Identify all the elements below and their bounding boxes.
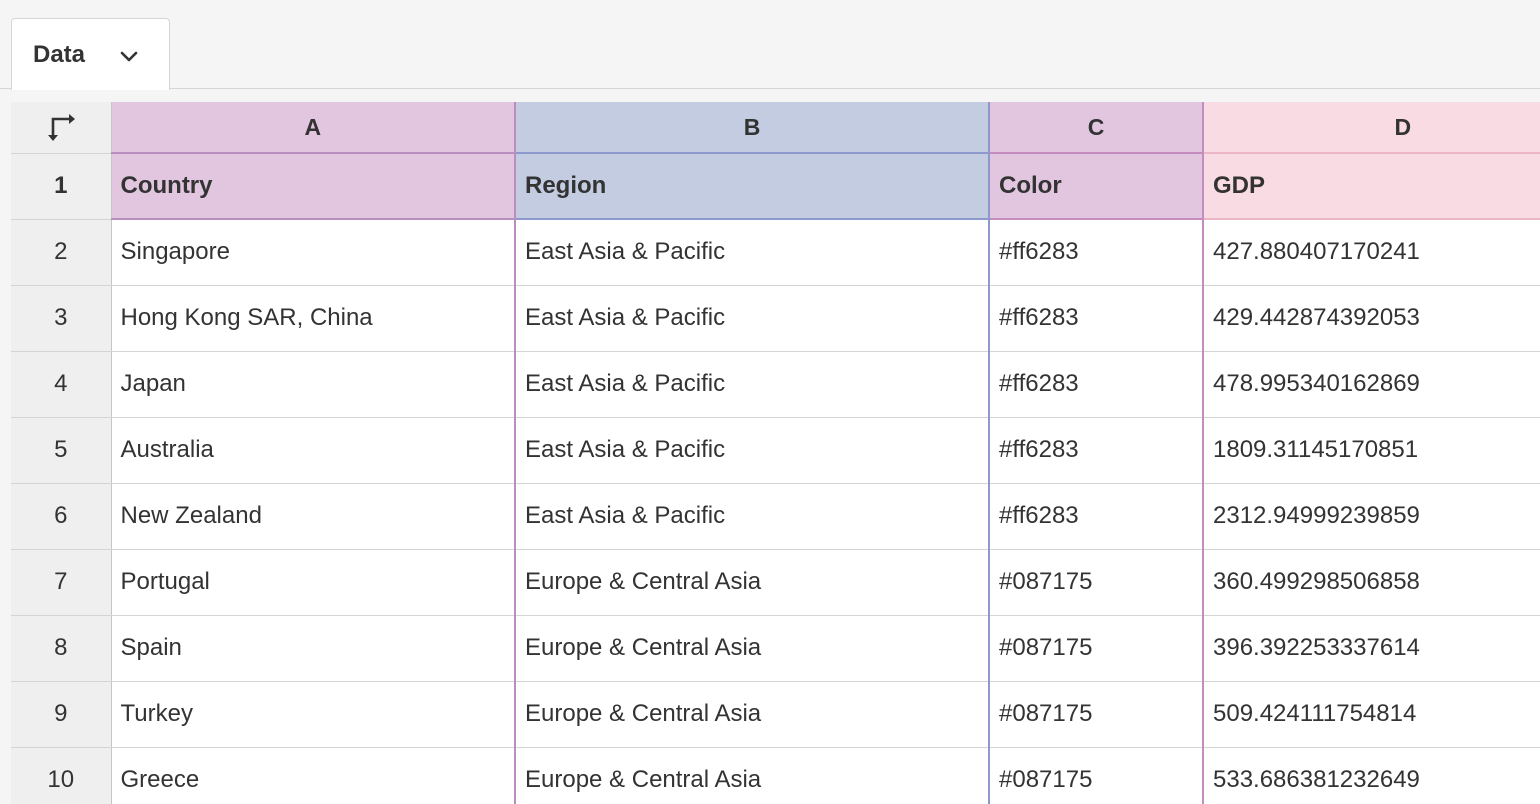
data-table: A B C D 1 Country Region Color GDP 2 Sin… xyxy=(11,102,1540,804)
cell[interactable]: Europe & Central Asia xyxy=(515,615,990,682)
cell[interactable]: 360.499298506858 xyxy=(1203,549,1540,616)
cell[interactable]: Singapore xyxy=(111,219,516,286)
cell[interactable]: Greece xyxy=(111,747,516,804)
cell[interactable]: #087175 xyxy=(989,681,1204,748)
cell[interactable]: Europe & Central Asia xyxy=(515,681,990,748)
cell[interactable]: East Asia & Pacific xyxy=(515,219,990,286)
cell[interactable]: #ff6283 xyxy=(989,219,1204,286)
cell[interactable]: 478.995340162869 xyxy=(1203,351,1540,418)
transpose-button[interactable] xyxy=(11,102,112,154)
row-number[interactable]: 6 xyxy=(11,483,112,550)
column-header-a[interactable]: A xyxy=(111,102,516,154)
cell[interactable]: Region xyxy=(515,153,990,220)
row-number[interactable]: 8 xyxy=(11,615,112,682)
tab-bar: Data xyxy=(0,0,1540,90)
table-row: 6 New Zealand East Asia & Pacific #ff628… xyxy=(11,483,1540,550)
cell[interactable]: Japan xyxy=(111,351,516,418)
cell[interactable]: Portugal xyxy=(111,549,516,616)
row-number[interactable]: 3 xyxy=(11,285,112,352)
row-number[interactable]: 5 xyxy=(11,417,112,484)
column-header-row: A B C D xyxy=(11,102,1540,154)
chevron-down-icon[interactable] xyxy=(117,44,141,68)
table-row: 2 Singapore East Asia & Pacific #ff6283 … xyxy=(11,219,1540,286)
cell[interactable]: New Zealand xyxy=(111,483,516,550)
cell[interactable]: GDP xyxy=(1203,153,1540,220)
cell[interactable]: 429.442874392053 xyxy=(1203,285,1540,352)
column-header-b[interactable]: B xyxy=(515,102,990,154)
cell[interactable]: Spain xyxy=(111,615,516,682)
cell[interactable]: #087175 xyxy=(989,549,1204,616)
row-number[interactable]: 7 xyxy=(11,549,112,616)
transpose-icon xyxy=(47,114,75,142)
cell[interactable]: #ff6283 xyxy=(989,351,1204,418)
column-header-d[interactable]: D xyxy=(1203,102,1540,154)
cell[interactable]: Turkey xyxy=(111,681,516,748)
cell[interactable]: 396.392253337614 xyxy=(1203,615,1540,682)
cell[interactable]: 1809.31145170851 xyxy=(1203,417,1540,484)
cell[interactable]: 427.880407170241 xyxy=(1203,219,1540,286)
table-row: 1 Country Region Color GDP xyxy=(11,153,1540,220)
row-number[interactable]: 2 xyxy=(11,219,112,286)
cell[interactable]: East Asia & Pacific xyxy=(515,483,990,550)
table-row: 5 Australia East Asia & Pacific #ff6283 … xyxy=(11,417,1540,484)
cell[interactable]: #ff6283 xyxy=(989,417,1204,484)
cell[interactable]: East Asia & Pacific xyxy=(515,417,990,484)
table-row: 7 Portugal Europe & Central Asia #087175… xyxy=(11,549,1540,616)
cell[interactable]: Country xyxy=(111,153,516,220)
cell[interactable]: #087175 xyxy=(989,747,1204,804)
cell[interactable]: 2312.94999239859 xyxy=(1203,483,1540,550)
cell[interactable]: #ff6283 xyxy=(989,285,1204,352)
cell[interactable]: #087175 xyxy=(989,615,1204,682)
cell[interactable]: Color xyxy=(989,153,1204,220)
row-number[interactable]: 10 xyxy=(11,747,112,804)
cell[interactable]: 509.424111754814 xyxy=(1203,681,1540,748)
cell[interactable]: #ff6283 xyxy=(989,483,1204,550)
row-number[interactable]: 1 xyxy=(11,153,112,220)
table-row: 10 Greece Europe & Central Asia #087175 … xyxy=(11,747,1540,804)
table-row: 3 Hong Kong SAR, China East Asia & Pacif… xyxy=(11,285,1540,352)
row-number[interactable]: 4 xyxy=(11,351,112,418)
tab-data-label: Data xyxy=(33,40,86,68)
cell[interactable]: 533.686381232649 xyxy=(1203,747,1540,804)
cell[interactable]: Europe & Central Asia xyxy=(515,549,990,616)
table-row: 9 Turkey Europe & Central Asia #087175 5… xyxy=(11,681,1540,748)
tab-data[interactable]: Data xyxy=(11,18,170,90)
cell[interactable]: East Asia & Pacific xyxy=(515,351,990,418)
cell[interactable]: Hong Kong SAR, China xyxy=(111,285,516,352)
column-header-c[interactable]: C xyxy=(989,102,1204,154)
cell[interactable]: East Asia & Pacific xyxy=(515,285,990,352)
cell[interactable]: Europe & Central Asia xyxy=(515,747,990,804)
table-row: 8 Spain Europe & Central Asia #087175 39… xyxy=(11,615,1540,682)
spreadsheet-grid: A B C D 1 Country Region Color GDP 2 Sin… xyxy=(11,102,1540,804)
table-row: 4 Japan East Asia & Pacific #ff6283 478.… xyxy=(11,351,1540,418)
cell[interactable]: Australia xyxy=(111,417,516,484)
row-number[interactable]: 9 xyxy=(11,681,112,748)
